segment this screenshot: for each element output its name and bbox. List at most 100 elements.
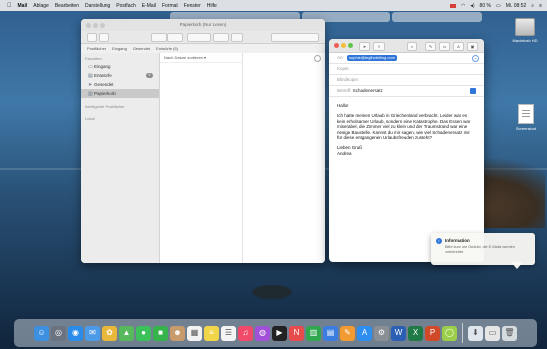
to-field[interactable]: An: sophie@teglhotelling.com + <box>329 53 484 64</box>
dock-pages-icon[interactable]: ✎ <box>340 325 355 341</box>
dock-preview-icon[interactable]: ▭ <box>485 325 500 341</box>
dock-numbers-icon[interactable]: ▥ <box>306 325 321 341</box>
dock-photos-icon[interactable]: ✿ <box>102 325 117 341</box>
subject-value[interactable]: Schadenersatz <box>353 88 383 93</box>
dock-keynote-icon[interactable]: ▤ <box>323 325 338 341</box>
fav-sent[interactable]: Gesendet <box>133 46 150 51</box>
compose-close-button[interactable] <box>334 43 339 48</box>
dock-notes-icon[interactable]: ≡ <box>204 325 219 341</box>
archive-button[interactable] <box>151 33 167 42</box>
dock-calendar-icon[interactable]: ▦ <box>187 325 202 341</box>
send-icon[interactable]: ➤ <box>359 42 370 51</box>
battery-icon[interactable]: ▭ <box>496 3 501 9</box>
menu-ablage[interactable]: Ablage <box>33 3 49 9</box>
notification-center-icon[interactable]: ≡ <box>539 3 542 9</box>
sidebar-item-inbox[interactable]: ▭Eingang <box>81 62 159 71</box>
battery-percent[interactable]: 80 % <box>480 3 491 9</box>
menu-darstellung[interactable]: Darstellung <box>85 3 110 9</box>
fav-drafts[interactable]: Entwürfe (5) <box>156 46 178 51</box>
menu-bearbeiten[interactable]: Bearbeiten <box>55 3 79 9</box>
get-mail-button[interactable] <box>87 33 97 42</box>
dock-word-icon[interactable]: W <box>391 325 406 341</box>
dock-launchpad-icon[interactable]: ◎ <box>51 325 66 341</box>
dock-maps-icon[interactable]: ▲ <box>119 325 134 341</box>
header-fields-icon[interactable]: ≡ <box>373 42 385 51</box>
format-icon[interactable]: A <box>453 42 464 51</box>
desktop-file[interactable]: Screenshot <box>506 104 546 131</box>
dock-settings-icon[interactable]: ⚙ <box>374 325 389 341</box>
volume-icon[interactable]: ◂) <box>470 3 474 9</box>
cc-field[interactable]: Kopie: <box>329 64 484 75</box>
menu-app[interactable]: Mail <box>18 3 28 9</box>
dock-glyph: ● <box>141 327 146 337</box>
sidebar-item-drafts[interactable]: ▤Entwürfe 5 <box>81 71 159 80</box>
photo-icon[interactable]: ▣ <box>467 42 478 51</box>
dock-mail-icon[interactable]: ✉ <box>85 325 100 341</box>
dock-appstore-icon[interactable]: A <box>357 325 372 341</box>
menu-email[interactable]: E-Mail <box>142 3 156 9</box>
delete-button[interactable] <box>167 33 183 42</box>
subject-field[interactable]: Betreff: Schadenersatz <box>329 86 484 97</box>
wifi-icon[interactable]: ◠ <box>461 3 465 9</box>
dock-glyph: ≡ <box>209 327 214 337</box>
dock-facetime-icon[interactable]: ■ <box>153 325 168 341</box>
add-contact-icon[interactable]: + <box>472 55 479 62</box>
dock-safari-icon[interactable]: ◉ <box>68 325 83 341</box>
dock-excel-icon[interactable]: X <box>408 325 423 341</box>
mailbox-sidebar: Favoriten ▭Eingang ▤Entwürfe 5 ➤ Gesendet… <box>81 53 160 263</box>
signature-chevron-icon[interactable] <box>470 88 476 94</box>
fav-mailboxes[interactable]: Postfächer <box>87 46 106 51</box>
dock-glyph: ▭ <box>488 327 497 337</box>
sidebar-header-smart[interactable]: Intelligente Postfächer <box>81 98 159 110</box>
dock-music-icon[interactable]: ♫ <box>238 325 253 341</box>
filter-icon[interactable] <box>314 55 321 62</box>
flag-button[interactable] <box>231 33 243 42</box>
bcc-field[interactable]: Blindkopie: <box>329 75 484 86</box>
dock-powerpoint-icon[interactable]: P <box>425 325 440 341</box>
sidebar-item-sent[interactable]: ➤ Gesendet <box>81 80 159 89</box>
to-recipient-token[interactable]: sophie@teglhotelling.com <box>347 55 397 61</box>
information-notification[interactable]: i Information Bitte kurz um Geduld, die … <box>431 233 535 265</box>
sort-menu[interactable]: Nach Datum sortieren ▾ <box>160 53 242 63</box>
compose-titlebar[interactable]: ➤ ≡ ⌕ ✎ ▭ A ▣ <box>329 39 484 53</box>
dock-glyph: A <box>361 327 368 337</box>
attach-icon[interactable]: ⌕ <box>407 42 417 51</box>
compose-button[interactable] <box>99 33 109 42</box>
sidebar-header-local[interactable]: Lokal <box>81 110 159 122</box>
forward-button[interactable] <box>213 33 229 42</box>
menu-postfach[interactable]: Postfach <box>116 3 135 9</box>
reply-button[interactable] <box>187 33 211 42</box>
notification-title: Information <box>445 238 470 243</box>
dock-news-icon[interactable]: N <box>289 325 304 341</box>
dock-finder-icon[interactable]: ☺ <box>34 325 49 341</box>
background-window-3[interactable] <box>392 12 482 22</box>
menu-fenster[interactable]: Fenster <box>184 3 201 9</box>
compose-minimize-button[interactable] <box>341 43 346 48</box>
dock-downloads-icon[interactable]: ⬇ <box>468 325 483 341</box>
spotlight-icon[interactable]: ⌕ <box>531 3 534 9</box>
fav-inbox[interactable]: Eingang <box>112 46 127 51</box>
dock-trash-icon[interactable]: 🗑 <box>502 325 517 341</box>
menu-hilfe[interactable]: Hilfe <box>207 3 217 9</box>
dock-podcasts-icon[interactable]: ◍ <box>255 325 270 341</box>
message-body[interactable]: Hallo! Ich hatte meinen Urlaub in Griech… <box>329 97 484 162</box>
body-paragraph: Ich hatte meinen Urlaub in Griechenland … <box>337 113 471 141</box>
browser-icon[interactable]: ▭ <box>439 42 450 51</box>
input-source-icon[interactable] <box>449 3 456 8</box>
dock-messages-icon[interactable]: ● <box>136 325 151 341</box>
markup-icon[interactable]: ✎ <box>425 42 436 51</box>
compose-zoom-button[interactable] <box>348 43 353 48</box>
dock-tv-icon[interactable]: ▶ <box>272 325 287 341</box>
drafts-count-badge: 5 <box>146 73 153 78</box>
dock-contacts-icon[interactable]: ☻ <box>170 325 185 341</box>
search-field[interactable] <box>271 33 319 42</box>
menu-format[interactable]: Format <box>162 3 178 9</box>
clock[interactable]: Mi. 08:52 <box>506 3 527 9</box>
dock-reminders-icon[interactable]: ☰ <box>221 325 236 341</box>
desktop-disk[interactable]: Macintosh HD <box>505 18 545 43</box>
mail-titlebar[interactable]: Papierkorb (Nur Lesen) <box>81 19 325 31</box>
dock-glyph: ⚙ <box>377 327 386 337</box>
apple-menu-icon[interactable]:  <box>7 3 12 9</box>
sidebar-item-trash[interactable]: ▥Papierkorb <box>81 89 159 98</box>
dock-app-green-icon[interactable]: ◯ <box>442 325 457 341</box>
